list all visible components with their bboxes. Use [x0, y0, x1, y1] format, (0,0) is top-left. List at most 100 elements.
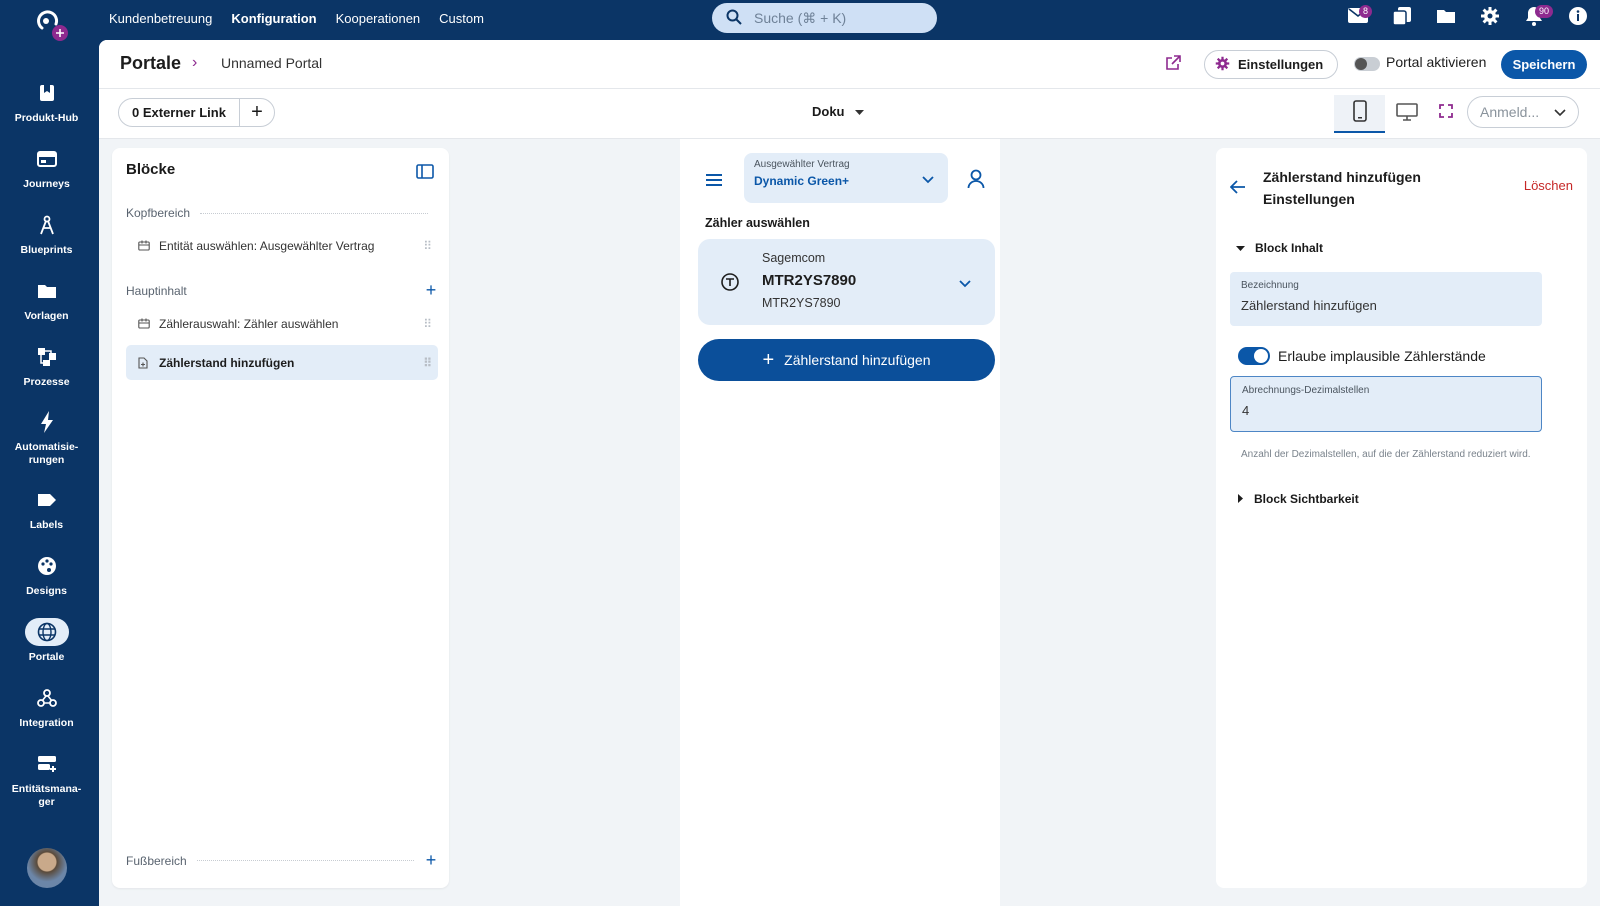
topnav-custom[interactable]: Custom [439, 11, 484, 26]
block-settings-panel: Zählerstand hinzufügen Einstellungen Lös… [1216, 148, 1587, 888]
gear-icon [1480, 6, 1500, 31]
accordion-block-content[interactable]: Block Inhalt [1236, 241, 1323, 255]
search-icon [726, 9, 742, 28]
block-item-add-reading[interactable]: Zählerstand hinzufügen ⠿ [126, 345, 438, 380]
contract-label: Ausgewählter Vertrag [754, 159, 850, 170]
chevron-down-icon [922, 171, 934, 189]
implausible-readings-row: Erlaube implausible Zählerstände [1238, 347, 1486, 365]
mail-badge: 8 [1359, 5, 1373, 18]
search-placeholder: Suche (⌘ + K) [754, 9, 847, 26]
process-icon [25, 343, 69, 371]
desktop-view-button[interactable] [1396, 103, 1418, 126]
meter-select-card[interactable]: Sagemcom MTR2YS7890 MTR2YS7890 [698, 239, 995, 325]
external-link-icon[interactable] [1165, 55, 1181, 76]
monitor-icon [1396, 103, 1418, 125]
section-label: Hauptinhalt [126, 283, 187, 298]
delete-button[interactable]: Löschen [1524, 178, 1573, 193]
drag-handle-icon[interactable]: ⠿ [423, 356, 432, 370]
block-item-entity[interactable]: Entität auswählen: Ausgewählter Vertrag … [126, 228, 438, 263]
sidebar-item-portale[interactable]: Portale [0, 618, 93, 664]
implausible-readings-toggle[interactable] [1238, 347, 1270, 365]
folder-button[interactable] [1424, 0, 1468, 36]
sidebar-item-label: Prozesse [23, 376, 70, 388]
section-label: Kopfbereich [126, 206, 191, 220]
sidebar-item-entitaetsmanager[interactable]: Entitätsmana- ger [0, 750, 93, 809]
save-button[interactable]: Speichern [1501, 50, 1587, 79]
plus-icon: + [762, 348, 775, 371]
contract-select[interactable]: Ausgewählter Vertrag Dynamic Green+ [744, 153, 948, 203]
sidebar-item-journeys[interactable]: Journeys [0, 145, 93, 191]
top-nav: Kundenbetreuung Konfiguration Kooperatio… [109, 11, 484, 26]
sidebar-item-label: Portale [28, 651, 65, 663]
app-logo[interactable] [32, 8, 72, 42]
settings-button[interactable] [1468, 0, 1512, 36]
sidebar-item-designs[interactable]: Designs [0, 552, 93, 598]
meter-icon [720, 272, 740, 297]
settings-title-line1: Zählerstand hinzufügen [1263, 169, 1421, 185]
documents-button[interactable] [1380, 0, 1424, 36]
name-field[interactable]: Bezeichnung Zählerstand hinzufügen [1230, 272, 1542, 326]
documents-icon [1392, 6, 1412, 31]
menu-icon[interactable] [705, 173, 723, 192]
gear-icon [1215, 56, 1230, 74]
sidebar-item-label: Entitätsmana- ger [11, 783, 82, 808]
sidebar-item-label: Designs [26, 585, 67, 597]
mail-button[interactable]: 8 [1336, 0, 1380, 36]
breadcrumb-root[interactable]: Portale [120, 53, 181, 74]
notifications-button[interactable]: 90 [1512, 0, 1556, 36]
accordion-label: Block Inhalt [1255, 241, 1324, 255]
info-button[interactable] [1556, 0, 1600, 36]
sidebar-item-vorlagen[interactable]: Vorlagen [0, 277, 93, 323]
topnav-kooperationen[interactable]: Kooperationen [336, 11, 421, 26]
login-select[interactable]: Anmeld... [1467, 96, 1579, 128]
sidebar-item-prozesse[interactable]: Prozesse [0, 343, 93, 389]
fullscreen-button[interactable] [1439, 104, 1453, 123]
label-icon [25, 486, 69, 514]
chevron-right-icon: › [192, 54, 198, 71]
settings-title-line2: Einstellungen [1263, 191, 1355, 207]
sidebar-item-label: Blueprints [20, 244, 73, 256]
back-arrow-icon[interactable] [1229, 180, 1246, 199]
entity-icon [25, 750, 69, 778]
external-link-button[interactable]: 0 Externer Link [119, 99, 240, 126]
add-block-main-button[interactable]: + [424, 280, 438, 301]
topnav-kundenbetreuung[interactable]: Kundenbetreuung [109, 11, 212, 26]
add-link-button[interactable]: + [240, 99, 274, 126]
compass-icon [25, 211, 69, 239]
add-block-footer-button[interactable]: + [424, 850, 438, 871]
portal-activate-label: Portal aktivieren [1386, 54, 1487, 70]
sidebar-item-blueprints[interactable]: Blueprints [0, 211, 93, 257]
topnav-konfiguration[interactable]: Konfiguration [231, 11, 316, 26]
search-input[interactable]: Suche (⌘ + K) [712, 3, 937, 33]
globe-icon [24, 618, 69, 646]
sidebar-item-integration[interactable]: Integration [0, 684, 93, 730]
user-icon[interactable] [967, 169, 985, 194]
decimals-field[interactable]: Abrechnungs-Dezimalstellen 4 [1230, 376, 1542, 432]
block-item-meter-select[interactable]: Zählerauswahl: Zähler auswählen ⠿ [126, 306, 438, 341]
notifications-badge: 90 [1535, 5, 1554, 18]
sidebar-item-produkt-hub[interactable]: Produkt-Hub [0, 79, 93, 125]
sidebar-item-automatisierungen[interactable]: Automatisie- rungen [0, 408, 93, 467]
sidebar-item-label: Vorlagen [24, 310, 69, 322]
settings-title: Zählerstand hinzufügen Einstellungen [1263, 166, 1421, 210]
top-icons: 8 90 [1336, 0, 1600, 36]
drag-handle-icon[interactable]: ⠿ [423, 317, 432, 331]
name-field-value: Zählerstand hinzufügen [1241, 298, 1377, 313]
section-header: Kopfbereich [126, 206, 438, 220]
mobile-view-button[interactable] [1334, 95, 1385, 133]
portal-activate-toggle[interactable] [1354, 57, 1380, 71]
sidebar-item-labels[interactable]: Labels [0, 486, 93, 532]
avatar[interactable] [27, 848, 67, 888]
doku-dropdown[interactable]: Doku [812, 104, 864, 119]
settings-button[interactable]: Einstellungen [1204, 50, 1339, 79]
panel-toggle-icon[interactable] [416, 164, 434, 184]
caret-down-icon [854, 104, 864, 119]
folder-icon [25, 277, 69, 305]
drag-handle-icon[interactable]: ⠿ [423, 239, 432, 253]
add-reading-button[interactable]: + Zählerstand hinzufügen [698, 339, 995, 381]
portal-preview: Ausgewählter Vertrag Dynamic Green+ Zähl… [680, 139, 1000, 906]
external-link-group: 0 Externer Link + [118, 98, 275, 127]
top-bar: Kundenbetreuung Konfiguration Kooperatio… [99, 0, 1600, 40]
webhook-icon [25, 684, 69, 712]
accordion-block-visibility[interactable]: Block Sichtbarkeit [1238, 492, 1359, 506]
